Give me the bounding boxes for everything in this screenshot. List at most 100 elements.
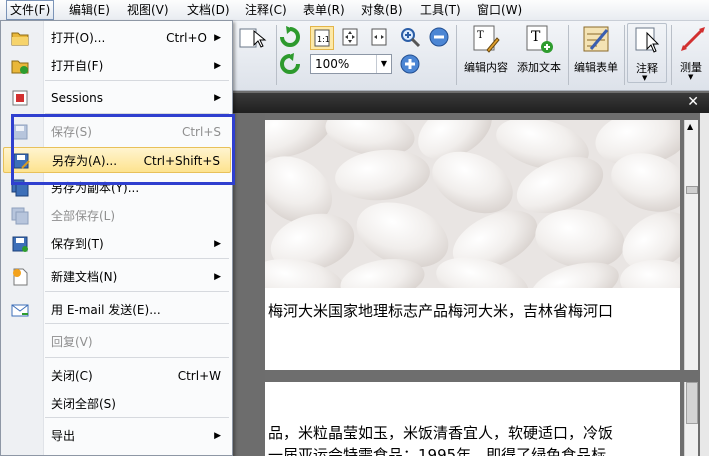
file-menu-item-9[interactable]: 用 E-mail 发送(E)... — [3, 297, 231, 323]
chevron-down-icon: ▼ — [642, 74, 648, 82]
file-menu-item-12[interactable]: 关闭全部(S) — [3, 391, 231, 417]
right-edge — [700, 113, 709, 456]
menu-5[interactable]: 表单(R) — [300, 0, 348, 20]
menu-4[interactable]: 注释(C) — [242, 0, 290, 20]
menu-item-label: 用 E-mail 发送(E)... — [51, 303, 161, 317]
file-menu-item-8[interactable]: 新建文档(N) ▶ — [3, 264, 231, 290]
rice-photo — [265, 120, 680, 288]
toolbar-separator — [624, 25, 625, 85]
fit-width-button[interactable] — [368, 26, 392, 50]
svg-text:T: T — [477, 30, 484, 41]
menu-item-label: 回复(V) — [51, 335, 93, 349]
zoom-select[interactable]: 100% ▼ — [310, 54, 392, 74]
file-menu-item-0[interactable]: 打开(O)... Ctrl+O ▶ — [3, 25, 231, 51]
actual-size-button[interactable]: 1:1 — [310, 26, 334, 50]
chevron-right-icon: ▶ — [214, 61, 221, 71]
zoom-value: 100% — [315, 57, 350, 71]
rotate-counterclockwise-icon — [280, 53, 300, 74]
menu-separator — [45, 258, 229, 259]
select-cursor-icon — [239, 28, 267, 48]
watermark: Bai 经验 jingyan.baidu.com — [560, 391, 651, 427]
menu-item-label: 关闭全部(S) — [51, 397, 116, 411]
svg-text:1:1: 1:1 — [317, 35, 330, 44]
new-document-icon — [11, 268, 29, 286]
chevron-down-icon: ▼ — [688, 73, 694, 81]
zoom-out-button[interactable] — [428, 26, 450, 48]
rice-grain — [333, 145, 432, 205]
document-text-line: 梅河大米国家地理标志产品梅河大米，吉林省梅河口 — [268, 302, 614, 320]
edit-content-button[interactable]: T 编辑内容 — [460, 23, 512, 83]
file-menu: 打开(O)... Ctrl+O ▶ 打开自(F) ▶ Sessions ▶ 保存(S) Ctrl… — [0, 20, 233, 456]
toolbar-separator — [456, 25, 457, 85]
rotate-clockwise-icon — [280, 26, 300, 47]
menu-0[interactable]: 文件(F) — [6, 0, 55, 20]
menu-item-shortcut: Ctrl+O — [166, 31, 207, 45]
menubar: 文件(F) 编辑(E) 视图(V) 文档(D) 注释(C) 表单(R) 对象(B) 工具(T)… — [0, 0, 709, 21]
chevron-right-icon: ▶ — [214, 272, 221, 282]
document-tab-bar: ✕ — [233, 93, 709, 113]
menu-item-shortcut: Ctrl+W — [177, 369, 221, 383]
email-icon — [11, 301, 29, 319]
menu-item-label: 保存到(T) — [51, 237, 104, 251]
menu-item-label: 打开(O)... — [51, 31, 106, 45]
file-menu-item-10[interactable]: 回复(V) — [3, 329, 231, 355]
menu-separator — [45, 291, 229, 292]
scroll-up-icon[interactable]: ▲ — [687, 122, 693, 131]
menu-separator — [45, 417, 229, 418]
scroll-thumb[interactable] — [686, 186, 698, 194]
file-menu-item-1[interactable]: 打开自(F) ▶ — [3, 53, 231, 79]
add-text-button[interactable]: T 添加文本 — [513, 23, 565, 83]
vertical-scrollbar[interactable] — [684, 382, 698, 456]
document-background — [233, 113, 265, 456]
chevron-right-icon: ▶ — [214, 431, 221, 441]
save-to-icon — [11, 235, 29, 253]
menu-item-label: 导出 — [51, 429, 76, 443]
file-menu-item-2[interactable]: Sessions ▶ — [3, 85, 231, 111]
close-icon[interactable]: ✕ — [687, 94, 699, 110]
menu-7[interactable]: 工具(T) — [417, 0, 464, 20]
fit-page-button[interactable] — [339, 26, 363, 50]
menu-item-label: 新建文档(N) — [51, 270, 118, 284]
rotate-cw-button[interactable] — [279, 26, 301, 48]
toolbar-separator — [276, 25, 277, 85]
actual-size-icon: 1:1 — [314, 29, 330, 47]
menu-separator — [45, 323, 229, 324]
fit-page-icon — [342, 28, 358, 46]
menu-2[interactable]: 视图(V) — [124, 0, 172, 20]
file-menu-item-6[interactable]: 全部保存(L) — [3, 203, 231, 229]
select-tool-button[interactable] — [236, 26, 272, 50]
annotation-highlight-box — [11, 114, 235, 185]
chevron-right-icon: ▶ — [214, 93, 221, 103]
measure-button[interactable]: 测量 ▼ — [674, 23, 709, 83]
zoom-plus-button[interactable] — [399, 53, 421, 75]
toolbar-separator — [671, 25, 672, 85]
measure-icon — [681, 27, 705, 51]
scroll-thumb[interactable] — [686, 382, 698, 424]
menu-3[interactable]: 文档(D) — [184, 0, 233, 20]
file-menu-item-13[interactable]: 导出 ▶ — [3, 423, 231, 449]
vertical-scrollbar[interactable]: ▲ — [684, 120, 698, 370]
menu-1[interactable]: 编辑(E) — [66, 0, 113, 20]
annotate-button[interactable]: 注释 ▼ — [627, 23, 667, 83]
menu-8[interactable]: 窗口(W) — [474, 0, 525, 20]
file-menu-item-7[interactable]: 保存到(T) ▶ — [3, 231, 231, 257]
folder-open-from-icon — [11, 57, 29, 75]
plus-circle-icon — [400, 54, 420, 74]
save-all-icon — [11, 207, 29, 225]
chevron-down-icon[interactable]: ▼ — [376, 55, 391, 73]
edit-form-button[interactable]: 编辑表单 — [570, 23, 622, 83]
zoom-out-icon — [429, 27, 449, 47]
edit-form-label: 编辑表单 — [574, 61, 618, 74]
rotate-ccw-button[interactable] — [279, 53, 301, 75]
toolbar-separator — [568, 25, 569, 85]
add-text-icon: T — [526, 25, 553, 53]
menu-6[interactable]: 对象(B) — [358, 0, 406, 20]
edit-content-icon: T — [473, 25, 500, 53]
zoom-in-icon — [401, 28, 421, 48]
menu-item-label: Sessions — [51, 91, 104, 105]
file-menu-item-11[interactable]: 关闭(C) Ctrl+W — [3, 363, 231, 389]
document-page: 梅河大米国家地理标志产品梅河大米，吉林省梅河口 — [265, 120, 680, 370]
annotate-cursor-icon — [635, 27, 660, 53]
folder-open-icon — [11, 29, 29, 47]
zoom-in-button[interactable] — [399, 26, 421, 48]
